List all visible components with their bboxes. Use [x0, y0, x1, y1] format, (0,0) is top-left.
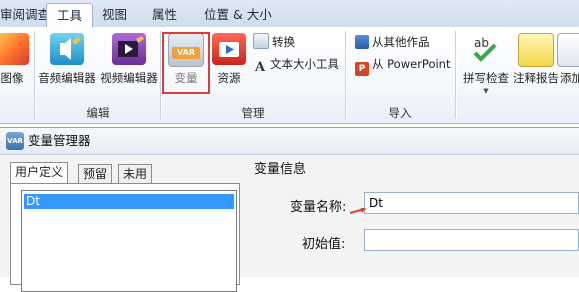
tab-page: Dt	[10, 183, 240, 292]
variable-list[interactable]: Dt	[21, 190, 237, 292]
group-separator	[455, 31, 456, 119]
resource-button[interactable]: 资源	[208, 31, 250, 89]
manage-group-label: 管理	[241, 106, 265, 120]
video-editor-icon	[112, 33, 146, 65]
ribbon-panel: 图像 音频编辑器 视频编辑器 编辑 VAR 变量 资源 转换 A 文本大小工具 管…	[0, 27, 579, 124]
variable-name-label: 变量名称:	[290, 200, 347, 215]
highlight-box	[162, 32, 210, 94]
convert-icon	[253, 33, 269, 49]
variable-manager-icon: VAR	[6, 132, 24, 150]
svg-text:ab: ab	[474, 36, 489, 50]
tab-view[interactable]: 视图	[92, 3, 137, 27]
resource-icon	[212, 33, 246, 65]
book-icon	[355, 35, 369, 49]
add-button[interactable]: 添加	[557, 31, 579, 89]
spell-check-icon: ab	[469, 33, 503, 65]
audio-editor-button[interactable]: 音频编辑器	[36, 31, 98, 89]
import-group-label: 导入	[388, 106, 412, 120]
ribbon-tab-bar: 审阅调查 工具 视图 属性 位置 & 大小	[0, 0, 579, 29]
tab-user-defined[interactable]: 用户定义	[10, 162, 69, 184]
edit-group-label: 编辑	[86, 106, 110, 120]
group-separator	[160, 31, 161, 119]
variable-manager-dialog: VAR 变量管理器 用户定义 预留 未用 Dt 变量信息 变量名称: 初始值:	[0, 127, 579, 292]
image-icon	[0, 33, 29, 65]
convert-button[interactable]: 转换	[253, 33, 295, 52]
group-separator	[34, 31, 35, 119]
initial-value-input[interactable]	[364, 229, 579, 251]
pointer-arrow-icon	[350, 208, 366, 214]
annotation-report-icon	[518, 33, 554, 67]
variable-tabs-panel: 用户定义 预留 未用 Dt	[10, 160, 240, 292]
annotation-report-button[interactable]: 注释报告	[512, 31, 560, 89]
tab-tools[interactable]: 工具	[46, 3, 94, 29]
chevron-down-icon: ▼	[483, 87, 489, 95]
variable-info-title: 变量信息	[254, 162, 307, 177]
variable-name-input[interactable]	[364, 192, 579, 214]
video-editor-button[interactable]: 视频编辑器	[98, 31, 160, 89]
tab-unused[interactable]: 未用	[118, 164, 153, 184]
list-item[interactable]: Dt	[24, 194, 234, 209]
add-icon	[557, 33, 579, 67]
spell-check-button[interactable]: ab 拼写检查 ▼	[460, 31, 512, 95]
import-from-other-button[interactable]: 从其他作品	[355, 33, 430, 52]
dialog-title: 变量管理器	[28, 133, 91, 148]
dialog-titlebar[interactable]: VAR 变量管理器	[0, 128, 579, 155]
audio-editor-icon	[50, 33, 84, 65]
image-button[interactable]: 图像	[0, 31, 32, 89]
powerpoint-icon: P	[355, 62, 369, 76]
tab-properties[interactable]: 属性	[142, 3, 187, 27]
tab-reserved[interactable]: 预留	[78, 164, 113, 184]
text-size-icon: A	[254, 60, 266, 75]
import-from-powerpoint-button[interactable]: P从 PowerPoint	[355, 55, 450, 76]
text-size-tool-button[interactable]: A 文本大小工具	[253, 55, 339, 75]
initial-value-label: 初始值:	[302, 237, 346, 252]
tab-position-size[interactable]: 位置 & 大小	[194, 3, 282, 27]
